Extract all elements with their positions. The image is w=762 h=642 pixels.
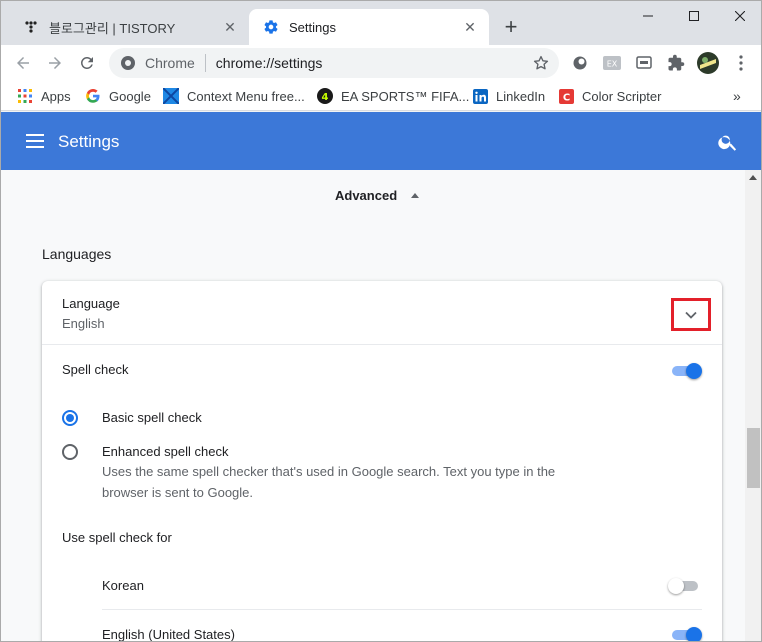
advanced-toggle[interactable]: Advanced — [335, 188, 420, 203]
svg-text:4: 4 — [322, 92, 329, 103]
chevron-down-icon — [685, 311, 697, 319]
language-value: English — [62, 316, 105, 331]
tab-strip: 블로그관리 | TISTORY ✕ Settings ✕ + — [1, 1, 761, 45]
omnibox-separator — [204, 54, 206, 72]
basic-spell-radio[interactable] — [62, 410, 78, 426]
bookmark-context-menu[interactable]: Context Menu free... — [163, 86, 305, 106]
toolbar: Chrome chrome://settings EX — [1, 45, 761, 81]
bookmark-apps[interactable]: Apps — [17, 86, 71, 106]
url-text[interactable]: chrome://settings — [216, 55, 531, 71]
close-window-button[interactable] — [717, 1, 761, 31]
tab-title: Settings — [289, 19, 336, 35]
reload-icon — [80, 56, 93, 69]
settings-header: Settings — [1, 112, 761, 170]
bookmarks-overflow-icon[interactable]: » — [733, 86, 741, 106]
puzzle-icon[interactable] — [662, 49, 690, 77]
advanced-label: Advanced — [335, 188, 398, 203]
apps-grid-icon — [17, 88, 33, 104]
basic-spell-label: Basic spell check — [102, 410, 202, 425]
back-button[interactable] — [9, 49, 37, 77]
section-title: Languages — [42, 246, 112, 262]
context-menu-icon — [163, 88, 179, 104]
bookmark-label: Context Menu free... — [187, 88, 305, 104]
tab-title: 블로그관리 | TISTORY — [49, 20, 176, 36]
settings-content: Advanced Languages Language English Spel… — [1, 170, 747, 642]
tistory-icon — [23, 19, 39, 35]
scroll-up-arrow-icon[interactable] — [749, 175, 757, 180]
bookmark-google[interactable]: Google — [85, 86, 151, 106]
svg-text:EX: EX — [607, 60, 618, 69]
menu-icon[interactable] — [25, 131, 45, 151]
korean-spell-toggle[interactable] — [668, 578, 700, 594]
gear-icon — [263, 19, 279, 35]
spell-language-english-us: English (United States) — [102, 627, 235, 642]
bookmark-linkedin[interactable]: LinkedIn — [472, 86, 545, 106]
linkedin-icon — [472, 88, 488, 104]
fifa-icon: 4 — [317, 88, 333, 104]
forward-button[interactable] — [41, 49, 69, 77]
enhanced-spell-label: Enhanced spell check — [102, 444, 229, 459]
english-us-spell-toggle[interactable] — [670, 627, 702, 641]
omnibox[interactable]: Chrome chrome://settings — [109, 48, 559, 78]
maximize-button[interactable] — [671, 1, 717, 31]
bookmark-label: Apps — [41, 88, 71, 104]
close-icon[interactable]: ✕ — [219, 16, 241, 38]
new-tab-button[interactable]: + — [499, 14, 523, 39]
scrollbar[interactable] — [745, 170, 761, 641]
arrow-left-icon — [17, 57, 29, 69]
reload-button[interactable] — [73, 49, 101, 77]
divider — [102, 609, 702, 610]
browser-window: 블로그관리 | TISTORY ✕ Settings ✕ + Chrome ch… — [0, 0, 762, 642]
close-icon[interactable]: ✕ — [459, 16, 481, 38]
enhanced-spell-radio[interactable] — [62, 444, 78, 460]
bookmarks-bar: Apps Google Context Menu free... 4 EA SP… — [1, 81, 761, 111]
language-label: Language — [62, 296, 120, 311]
star-icon[interactable] — [531, 53, 551, 73]
omnibox-chip: Chrome — [145, 55, 195, 71]
spell-check-toggle[interactable] — [670, 363, 702, 379]
spell-check-label: Spell check — [62, 362, 129, 377]
avatar[interactable] — [694, 49, 722, 77]
chrome-icon — [119, 54, 137, 72]
language-expand-button[interactable] — [671, 298, 711, 331]
enhanced-spell-description: Uses the same spell checker that's used … — [102, 464, 556, 500]
language-row[interactable]: Language English — [42, 281, 722, 345]
extension-circle-icon[interactable] — [566, 49, 594, 77]
arrow-right-icon — [49, 57, 61, 69]
bookmark-fifa[interactable]: 4 EA SPORTS™ FIFA... — [317, 86, 469, 106]
languages-card: Language English Spell check Basic spell… — [42, 281, 722, 642]
google-icon — [85, 88, 101, 104]
scroll-thumb[interactable] — [747, 428, 760, 488]
spell-language-korean: Korean — [102, 578, 144, 593]
svg-text:C: C — [562, 92, 569, 103]
search-icon[interactable] — [717, 131, 739, 153]
use-spell-check-for-title: Use spell check for — [62, 530, 172, 545]
bookmark-label: Google — [109, 88, 151, 104]
more-vert-icon[interactable] — [727, 49, 755, 77]
bookmark-label: Color Scripter — [582, 88, 662, 104]
caret-up-icon — [411, 193, 420, 198]
color-scripter-icon: C — [558, 88, 574, 104]
tab-settings[interactable]: Settings ✕ — [249, 9, 489, 45]
extension-screen-icon[interactable] — [630, 49, 658, 77]
page-title: Settings — [58, 132, 120, 151]
tab-tistory[interactable]: 블로그관리 | TISTORY ✕ — [9, 9, 249, 45]
minimize-button[interactable] — [625, 1, 671, 31]
bookmark-color-scripter[interactable]: C Color Scripter — [558, 86, 661, 106]
extension-ex-icon[interactable]: EX — [598, 49, 626, 77]
bookmark-label: EA SPORTS™ FIFA... — [341, 88, 470, 104]
bookmark-label: LinkedIn — [496, 88, 546, 104]
